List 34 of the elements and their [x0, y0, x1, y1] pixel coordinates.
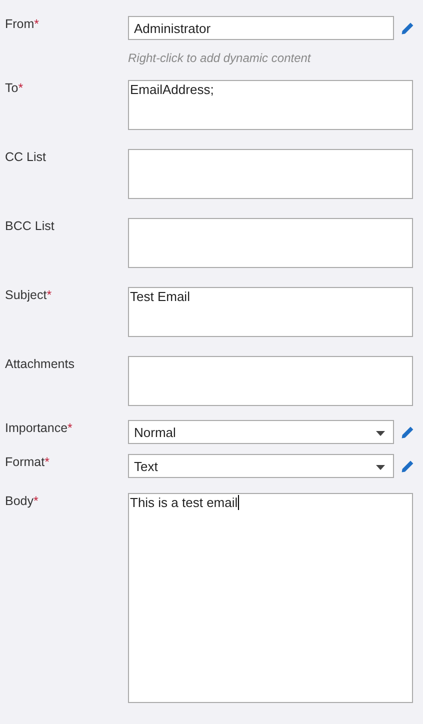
required-mark: * [68, 421, 72, 435]
required-mark: * [34, 494, 38, 508]
text-area[interactable] [128, 356, 413, 406]
caret-icon [376, 465, 385, 470]
required-mark: * [34, 17, 40, 31]
text-area[interactable] [128, 218, 413, 268]
text-area[interactable]: This is a test email [128, 493, 413, 703]
pencil-icon[interactable] [401, 460, 414, 472]
field-value: EmailAddress; [130, 82, 214, 97]
field-label: From [5, 17, 34, 31]
dropdown[interactable]: Text [128, 454, 394, 478]
field-value: Test Email [130, 289, 190, 304]
required-mark: * [44, 455, 50, 469]
text-area[interactable]: Test Email [128, 287, 413, 337]
field-label: Importance [5, 421, 68, 435]
text-area[interactable] [128, 149, 413, 199]
pencil-icon[interactable] [401, 426, 414, 438]
field-label: Format [5, 455, 45, 469]
dropdown[interactable]: Normal [128, 420, 394, 444]
field-label: To [5, 81, 18, 95]
field-label: BCC List [5, 219, 54, 233]
field-label: Subject [5, 288, 47, 302]
field-value: Administrator [134, 20, 211, 36]
pencil-icon[interactable] [401, 22, 414, 34]
field-label: Body [5, 494, 34, 508]
text-field[interactable]: Administrator [128, 16, 394, 40]
hint-text: Right-click to add dynamic content [128, 51, 312, 65]
caret-icon [376, 431, 385, 436]
field-label: CC List [5, 150, 46, 164]
required-mark: * [18, 81, 24, 95]
field-value: This is a test email [130, 495, 238, 510]
field-label: Attachments [5, 357, 74, 371]
required-mark: * [46, 288, 52, 302]
text-area[interactable]: EmailAddress; [128, 80, 413, 130]
